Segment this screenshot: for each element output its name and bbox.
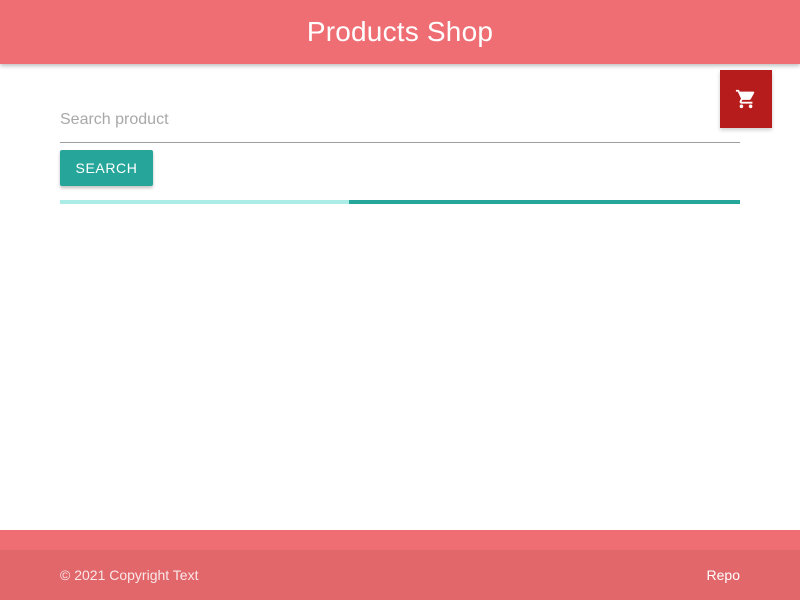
footer-content xyxy=(0,530,800,550)
loading-progress-bar xyxy=(60,200,740,204)
repo-link[interactable]: Repo xyxy=(707,567,740,583)
search-input[interactable] xyxy=(60,108,740,132)
navbar: Products Shop xyxy=(0,0,800,64)
search-field xyxy=(60,100,740,143)
progress-indicator xyxy=(349,200,740,204)
page-title[interactable]: Products Shop xyxy=(307,16,493,48)
footer-copyright-bar: © 2021 Copyright Text Repo xyxy=(0,550,800,600)
copyright-text: © 2021 Copyright Text xyxy=(60,567,199,583)
cart-button[interactable] xyxy=(720,70,772,128)
shopping-cart-icon xyxy=(735,89,755,109)
page: Products Shop Search © 2021 Copyright Te… xyxy=(0,0,800,600)
search-button[interactable]: Search xyxy=(60,150,153,186)
